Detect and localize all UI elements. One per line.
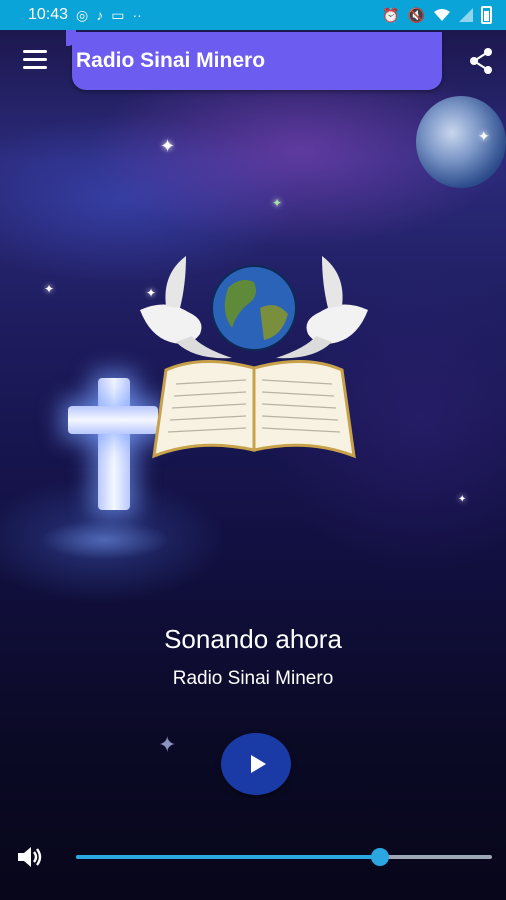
alarm-icon: ⏰ <box>382 6 400 23</box>
star-icon: ✦ <box>478 128 490 144</box>
star-icon: ✦ <box>458 494 467 505</box>
star-icon: ✦ <box>272 196 283 210</box>
status-bar: 10:43 ◎ ♪ ▭ ·· ⏰ 🔇 <box>0 0 506 30</box>
hamburger-menu-icon[interactable] <box>18 44 52 74</box>
title-box: Radio Sinai Minero <box>66 30 442 90</box>
wifi-icon <box>434 9 450 21</box>
play-icon <box>251 755 266 773</box>
star-icon: ✦ <box>44 282 55 296</box>
station-logo-image <box>140 256 368 459</box>
battery-icon <box>481 6 492 24</box>
planet-image <box>416 96 506 188</box>
star-icon: ✦ <box>158 732 177 757</box>
app-bar: Radio Sinai Minero <box>0 30 506 92</box>
volume-slider-thumb[interactable] <box>370 848 389 866</box>
whatsapp-icon: ◎ <box>76 6 89 23</box>
status-left: 10:43 ◎ ♪ ▭ ·· <box>28 6 142 24</box>
cast-icon: ▭ <box>111 6 125 23</box>
star-icon: ✦ <box>160 136 176 156</box>
cross-image <box>98 378 130 510</box>
app-title: Radio Sinai Minero <box>76 49 266 72</box>
play-button[interactable] <box>221 733 291 795</box>
cross-glow <box>40 520 170 560</box>
share-icon[interactable] <box>466 46 496 76</box>
more-dots-icon: ·· <box>132 7 142 23</box>
now-playing-heading: Sonando ahora <box>164 624 342 654</box>
status-time: 10:43 <box>28 6 69 23</box>
station-name: Radio Sinai Minero <box>172 668 334 689</box>
status-right: ⏰ 🔇 <box>382 6 492 24</box>
volume-slider-fill <box>76 855 380 859</box>
music-note-icon: ♪ <box>96 7 104 23</box>
mute-icon: 🔇 <box>407 6 425 23</box>
signal-icon <box>459 8 473 22</box>
volume-icon[interactable] <box>14 842 44 872</box>
volume-slider[interactable] <box>76 848 492 866</box>
